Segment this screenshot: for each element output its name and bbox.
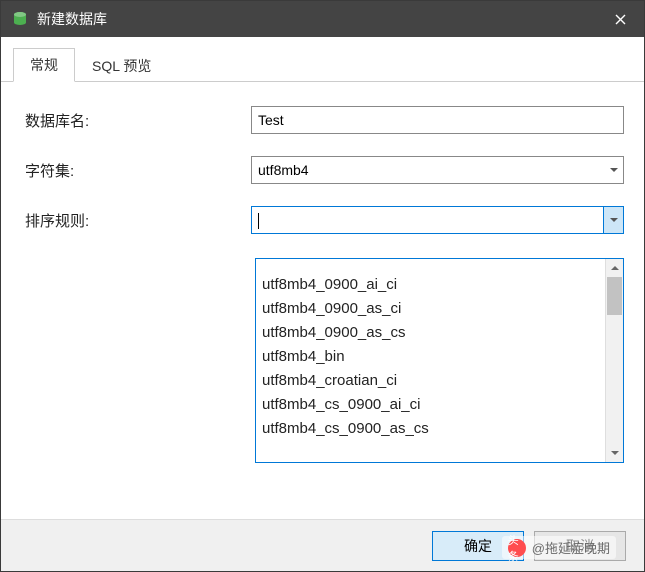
dropdown-scrollbar[interactable]	[605, 259, 623, 462]
charset-combo[interactable]: utf8mb4	[251, 156, 624, 184]
text-caret	[258, 213, 259, 229]
close-icon	[615, 14, 626, 25]
scrollbar-thumb[interactable]	[607, 277, 622, 315]
collation-option[interactable]: utf8mb4_cs_0900_ai_ci	[262, 393, 599, 417]
dialog-body: 数据库名: 字符集: utf8mb4 排序规则:	[1, 82, 644, 519]
tab-sql-preview[interactable]: SQL 预览	[75, 49, 168, 82]
label-db-name: 数据库名:	[21, 110, 251, 131]
collation-option[interactable]: utf8mb4_0900_as_cs	[262, 321, 599, 345]
ok-button[interactable]: 确定	[432, 531, 524, 561]
title-bar: 新建数据库	[1, 1, 644, 37]
row-db-name: 数据库名:	[21, 106, 624, 134]
collation-option[interactable]: utf8mb4_cs_0900_as_cs	[262, 417, 599, 441]
collation-option-list: utf8mb4_0900_ai_ci utf8mb4_0900_as_ci ut…	[256, 259, 605, 462]
collation-dropdown: utf8mb4_0900_ai_ci utf8mb4_0900_as_ci ut…	[255, 258, 624, 463]
chevron-down-icon	[610, 168, 618, 172]
db-name-input[interactable]	[251, 106, 624, 134]
collation-combo[interactable]	[251, 206, 624, 234]
charset-dropdown-button[interactable]	[603, 157, 623, 183]
tab-general[interactable]: 常规	[13, 48, 75, 82]
row-collation: 排序规则:	[21, 206, 624, 234]
scroll-down-button[interactable]	[606, 444, 623, 462]
label-charset: 字符集:	[21, 160, 251, 181]
charset-value: utf8mb4	[258, 162, 603, 178]
collation-dropdown-button[interactable]	[603, 207, 623, 233]
collation-option[interactable]: utf8mb4_0900_ai_ci	[262, 273, 599, 297]
collation-value	[258, 211, 603, 228]
triangle-down-icon	[611, 451, 619, 455]
scroll-up-button[interactable]	[606, 259, 623, 277]
row-charset: 字符集: utf8mb4	[21, 156, 624, 184]
collation-option[interactable]: utf8mb4_0900_as_ci	[262, 297, 599, 321]
scrollbar-track[interactable]	[606, 277, 623, 444]
close-button[interactable]	[596, 1, 644, 37]
chevron-down-icon	[610, 218, 618, 222]
window-title: 新建数据库	[37, 9, 596, 29]
collation-option[interactable]: utf8mb4_bin	[262, 345, 599, 369]
tab-strip: 常规 SQL 预览	[1, 37, 644, 82]
database-icon	[11, 10, 29, 28]
dialog-window: 新建数据库 常规 SQL 预览 数据库名: 字符集: utf8mb4	[0, 0, 645, 572]
cancel-button[interactable]: 取消	[534, 531, 626, 561]
collation-option[interactable]: utf8mb4_croatian_ci	[262, 369, 599, 393]
label-collation: 排序规则:	[21, 210, 251, 231]
triangle-up-icon	[611, 266, 619, 270]
dialog-footer: 确定 取消	[1, 519, 644, 571]
